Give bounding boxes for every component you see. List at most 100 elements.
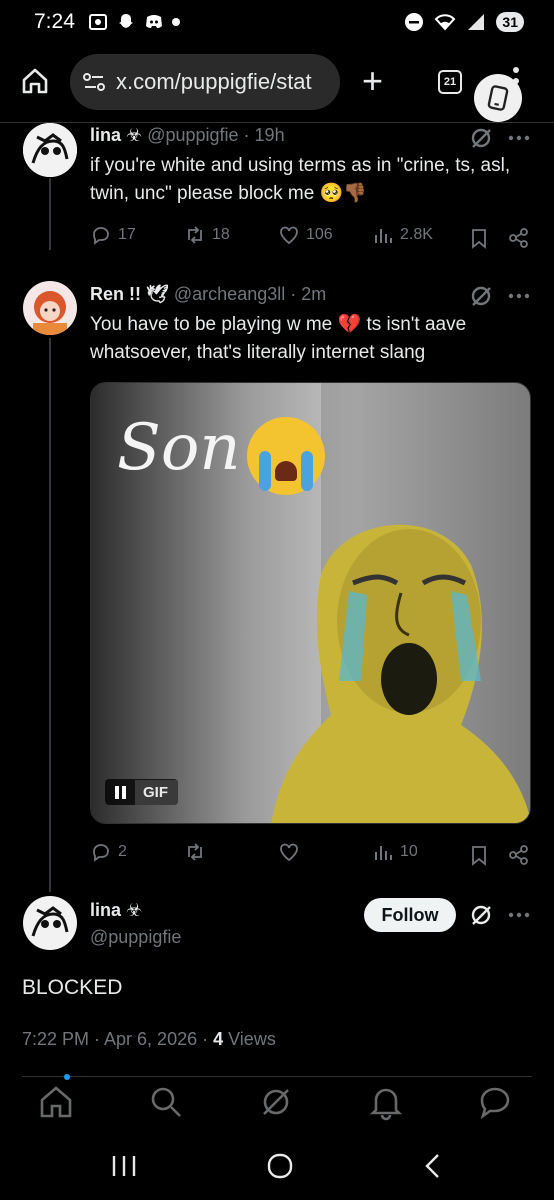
back-icon[interactable] <box>414 1150 454 1182</box>
avatar[interactable] <box>23 123 77 177</box>
display-name[interactable]: Ren !! <box>90 284 141 304</box>
tab-switcher-button[interactable]: 21 <box>438 70 462 94</box>
thread-connector <box>49 178 51 250</box>
post-text: You have to be playing w me 💔 ts isn't a… <box>90 314 467 363</box>
gif-media[interactable]: Son GIF <box>90 382 531 824</box>
notification-icons <box>88 12 180 32</box>
url-bar[interactable]: x.com/puppigfie/stat <box>70 54 340 110</box>
browser-toolbar: x.com/puppigfie/stat + 21 <box>0 52 554 112</box>
system-nav-bar <box>0 1130 554 1200</box>
home-icon[interactable] <box>36 1082 76 1122</box>
repost-icon <box>188 226 202 244</box>
thread-connector <box>49 338 51 892</box>
handle[interactable]: @puppigfie <box>147 125 238 145</box>
views-label: Views <box>223 1029 276 1049</box>
heart-icon <box>280 226 298 245</box>
pause-icon[interactable] <box>105 779 135 805</box>
dnd-icon <box>405 13 424 31</box>
system-icons: 31 <box>404 12 524 32</box>
name-emoji: ☣ <box>126 125 143 145</box>
avatar-art <box>23 896 77 950</box>
site-settings-icon[interactable] <box>82 70 106 94</box>
name-emoji: 🕊 <box>146 284 169 304</box>
home-nav-icon[interactable] <box>260 1150 300 1182</box>
share-icon[interactable] <box>508 844 530 866</box>
post-meta: 7:22 PM · Apr 6, 2026 · 4 Views <box>22 1029 276 1050</box>
display-name[interactable]: lina <box>90 900 121 920</box>
post-time[interactable]: · 19h <box>244 125 285 145</box>
more-options-icon[interactable] <box>508 912 530 918</box>
grok-icon[interactable] <box>256 1082 296 1122</box>
url-text: x.com/puppigfie/stat <box>116 69 312 94</box>
grok-icon[interactable] <box>470 904 492 926</box>
share-icon[interactable] <box>508 227 530 249</box>
avatar[interactable] <box>23 896 77 950</box>
battery-indicator: 31 <box>496 12 524 32</box>
avatar[interactable] <box>23 281 77 335</box>
snapchat-icon <box>116 12 136 32</box>
views-count: 10 <box>400 843 418 860</box>
display-name[interactable]: lina <box>90 125 121 145</box>
reply-button[interactable]: 2 <box>90 841 127 863</box>
post-header: Ren !! 🕊 @archeang3ll · 2m <box>90 284 326 305</box>
post-header-handle: @puppigfie <box>90 927 181 948</box>
like-button[interactable] <box>278 841 306 863</box>
tear-right <box>301 451 313 491</box>
repost-button[interactable]: 18 <box>184 224 230 246</box>
repost-icon <box>188 843 202 861</box>
repost-count: 18 <box>212 226 230 243</box>
repost-button[interactable] <box>184 841 212 863</box>
reply-icon <box>93 844 109 862</box>
views-icon <box>375 229 392 243</box>
phone-icon <box>487 85 509 111</box>
dot-icon <box>172 18 180 26</box>
header-divider <box>0 122 554 123</box>
handle[interactable]: @puppigfie <box>90 927 181 947</box>
wifi-icon <box>435 14 456 31</box>
grok-icon[interactable] <box>470 127 492 149</box>
search-icon[interactable] <box>146 1082 186 1122</box>
screenshot-icon <box>88 12 108 32</box>
grok-icon[interactable] <box>470 285 492 307</box>
messages-icon[interactable] <box>476 1082 516 1122</box>
post-header: lina ☣ @puppigfie · 19h <box>90 125 285 146</box>
avatar-art <box>23 123 77 177</box>
reply-button[interactable]: 17 <box>90 224 136 246</box>
handle[interactable]: @archeang3ll <box>174 284 285 304</box>
reply-count: 17 <box>118 226 136 243</box>
name-emoji: ☣ <box>126 900 143 920</box>
views-button[interactable]: 2.8K <box>372 224 433 246</box>
post-header: lina ☣ <box>90 900 142 921</box>
tear-left <box>259 451 271 491</box>
post-actions: 2 10 <box>90 841 530 869</box>
post-actions: 17 18 106 2.8K <box>90 224 530 252</box>
follow-button[interactable]: Follow <box>364 898 456 932</box>
gif-controls[interactable]: GIF <box>105 779 178 805</box>
emoji-mouth <box>275 461 297 481</box>
new-tab-button[interactable]: + <box>362 60 383 102</box>
more-options-icon[interactable] <box>508 135 530 141</box>
like-count: 106 <box>306 226 333 243</box>
gif-caption: Son <box>117 411 241 485</box>
device-floating-button[interactable] <box>474 74 522 122</box>
bookmark-icon[interactable] <box>468 227 490 249</box>
post-timestamp[interactable]: 7:22 PM · Apr 6, 2026 · <box>22 1029 213 1049</box>
bookmark-icon[interactable] <box>468 844 490 866</box>
views-count: 2.8K <box>400 226 433 243</box>
recent-apps-icon[interactable] <box>104 1150 144 1182</box>
browser-home-icon[interactable] <box>20 66 50 96</box>
notifications-icon[interactable] <box>366 1082 406 1122</box>
heart-icon <box>280 843 298 862</box>
avatar-art <box>23 281 77 335</box>
views-button[interactable]: 10 <box>372 841 418 863</box>
main-post-text: BLOCKED <box>22 976 123 999</box>
status-bar: 7:24 31 <box>0 0 554 46</box>
like-button[interactable]: 106 <box>278 224 333 246</box>
views-number: 4 <box>213 1029 224 1049</box>
more-options-icon[interactable] <box>508 293 530 299</box>
status-time: 7:24 <box>34 10 75 33</box>
discord-icon <box>144 12 164 32</box>
post-time[interactable]: · 2m <box>290 284 326 304</box>
meta-divider <box>22 1076 532 1077</box>
crying-emoji <box>247 417 325 495</box>
